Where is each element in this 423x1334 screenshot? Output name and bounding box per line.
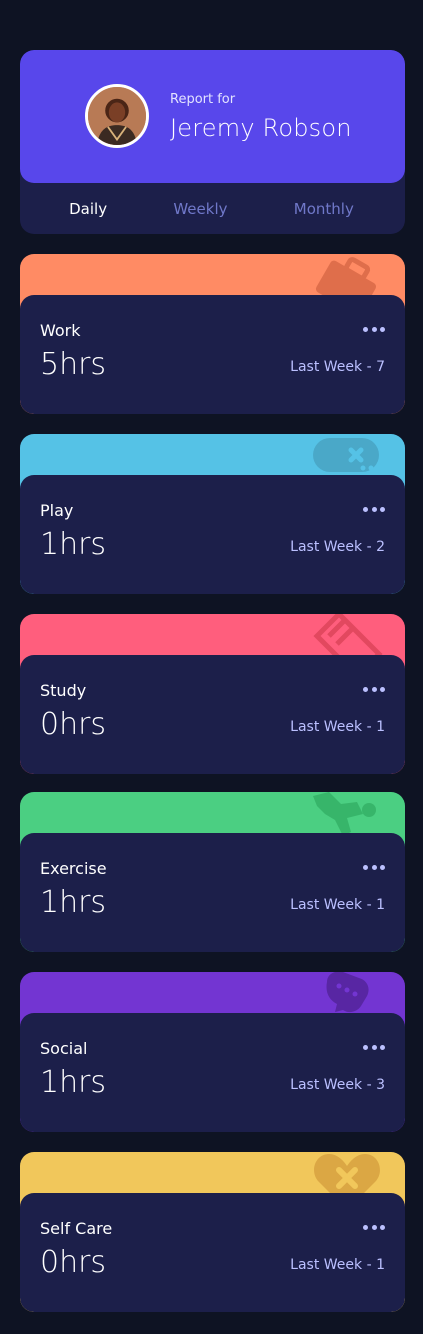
activity-previous-hours: Last Week - 7	[290, 359, 385, 375]
activity-previous-hours: Last Week - 1	[290, 1257, 385, 1273]
activity-current-hours: 5hrs	[40, 347, 107, 382]
activity-title: Play	[40, 501, 74, 520]
report-for-label: Report for	[170, 92, 236, 107]
activity-title: Self Care	[40, 1219, 113, 1238]
activity-previous-hours: Last Week - 2	[290, 539, 385, 555]
ellipsis-menu-icon[interactable]	[363, 859, 385, 875]
activity-card-work: Work 5hrs Last Week - 7	[20, 254, 405, 414]
activity-current-hours: 1hrs	[40, 1065, 107, 1100]
profile-card: Report for Jeremy Robson Daily Weekly Mo…	[20, 50, 405, 234]
activity-title: Study	[40, 681, 87, 700]
activity-current-hours: 1hrs	[40, 527, 107, 562]
tab-daily[interactable]: Daily	[69, 200, 107, 218]
activity-card-body: Play 1hrs Last Week - 2	[20, 475, 405, 594]
ellipsis-menu-icon[interactable]	[363, 501, 385, 517]
activity-title: Social	[40, 1039, 88, 1058]
activity-previous-hours: Last Week - 1	[290, 897, 385, 913]
activity-card-self-care: Self Care 0hrs Last Week - 1	[20, 1152, 405, 1312]
activity-card-social: Social 1hrs Last Week - 3	[20, 972, 405, 1132]
ellipsis-menu-icon[interactable]	[363, 1219, 385, 1235]
avatar-portrait-icon	[88, 87, 146, 145]
activity-current-hours: 0hrs	[40, 1245, 107, 1280]
activity-current-hours: 0hrs	[40, 707, 107, 742]
activity-current-hours: 1hrs	[40, 885, 107, 920]
profile-header: Report for Jeremy Robson	[20, 50, 405, 183]
activity-card-body: Study 0hrs Last Week - 1	[20, 655, 405, 774]
ellipsis-menu-icon[interactable]	[363, 681, 385, 697]
user-name: Jeremy Robson	[170, 114, 352, 142]
tab-weekly[interactable]: Weekly	[173, 200, 227, 218]
activity-previous-hours: Last Week - 3	[290, 1077, 385, 1093]
activity-card-body: Social 1hrs Last Week - 3	[20, 1013, 405, 1132]
activity-card-body: Work 5hrs Last Week - 7	[20, 295, 405, 414]
ellipsis-menu-icon[interactable]	[363, 1039, 385, 1055]
activity-card-exercise: Exercise 1hrs Last Week - 1	[20, 792, 405, 952]
timeframe-tabs: Daily Weekly Monthly	[20, 183, 405, 234]
activity-title: Work	[40, 321, 81, 340]
user-avatar	[85, 84, 149, 148]
activity-previous-hours: Last Week - 1	[290, 719, 385, 735]
tab-monthly[interactable]: Monthly	[294, 200, 354, 218]
activity-title: Exercise	[40, 859, 107, 878]
activity-card-play: Play 1hrs Last Week - 2	[20, 434, 405, 594]
activity-card-body: Exercise 1hrs Last Week - 1	[20, 833, 405, 952]
activity-card-study: Study 0hrs Last Week - 1	[20, 614, 405, 774]
ellipsis-menu-icon[interactable]	[363, 321, 385, 337]
activity-card-body: Self Care 0hrs Last Week - 1	[20, 1193, 405, 1312]
